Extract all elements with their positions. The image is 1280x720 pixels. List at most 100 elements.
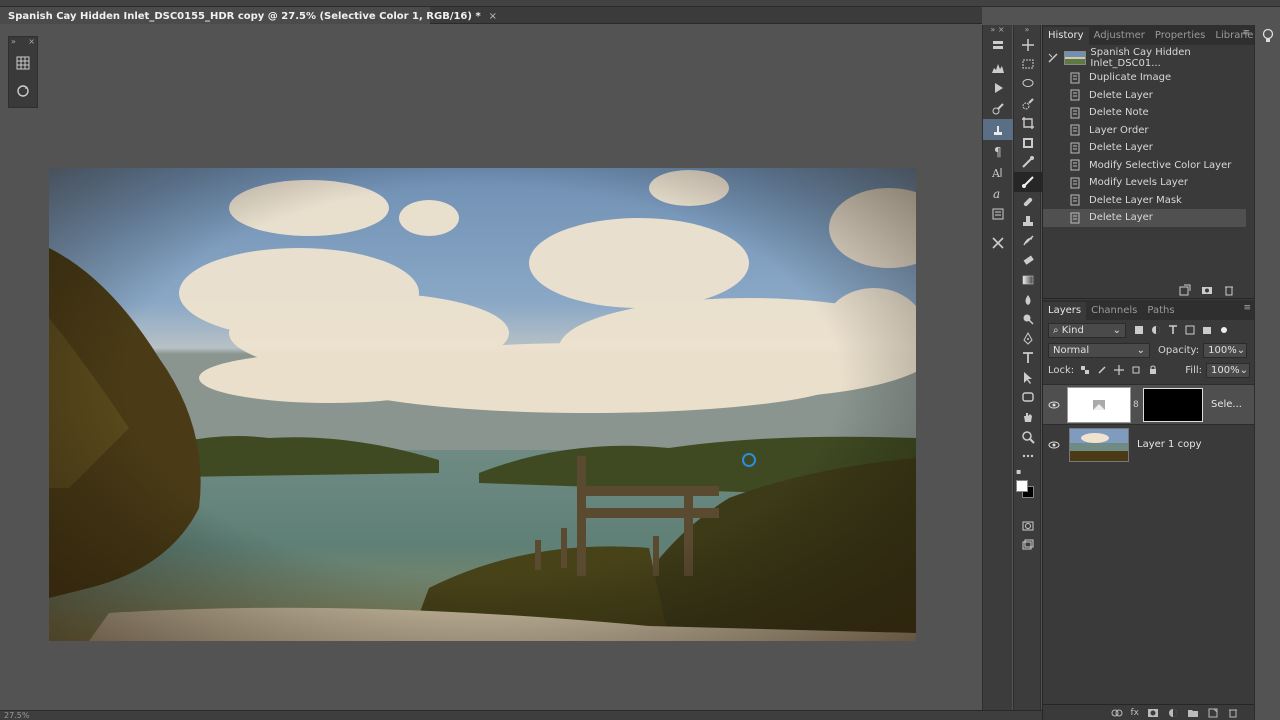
shape-tool-icon[interactable]: [1014, 388, 1042, 408]
layer-style-fx-icon[interactable]: fx: [1131, 708, 1140, 718]
clone-source-icon[interactable]: [983, 119, 1013, 140]
gradient-tool-icon[interactable]: [1014, 270, 1042, 290]
tab-channels[interactable]: Channels: [1086, 302, 1142, 320]
filter-shape-icon[interactable]: [1185, 325, 1195, 335]
layer-row[interactable]: Layer 1 copy: [1043, 424, 1255, 464]
notes-icon[interactable]: [983, 203, 1013, 224]
camera-icon[interactable]: [1201, 284, 1213, 296]
frame-tool-icon[interactable]: [1014, 133, 1042, 153]
link-layers-icon[interactable]: [1111, 708, 1123, 718]
hand-tool-icon[interactable]: [1014, 407, 1042, 427]
foreground-color-swatch[interactable]: [1016, 480, 1028, 492]
panel-menu-icon[interactable]: ≡: [1242, 28, 1250, 38]
history-state-item[interactable]: Delete Layer: [1043, 139, 1254, 157]
brush-tool-icon[interactable]: [1014, 172, 1042, 192]
photo-canvas[interactable]: [49, 168, 916, 641]
snapshot-thumbnail: [1063, 51, 1087, 65]
close-document-icon[interactable]: ×: [489, 11, 497, 22]
tab-adjustments[interactable]: Adjustmer: [1089, 27, 1150, 45]
zoom-readout[interactable]: 27.5%: [4, 711, 29, 720]
default-colors-icon[interactable]: ▪: [1016, 467, 1021, 476]
filter-smart-object-icon[interactable]: [1202, 325, 1212, 335]
marquee-tool-icon[interactable]: [1014, 55, 1042, 75]
history-snapshot[interactable]: Spanish Cay Hidden Inlet_DSC01...: [1043, 47, 1254, 69]
histogram-icon[interactable]: [983, 56, 1013, 77]
layers-panel-tabs: Layers Channels Paths ≡: [1043, 300, 1255, 320]
history-brush-icon[interactable]: [1014, 231, 1042, 251]
delete-layer-icon[interactable]: [1227, 708, 1239, 718]
lock-position-icon[interactable]: [1114, 365, 1125, 375]
eraser-tool-icon[interactable]: [1014, 251, 1042, 271]
dodge-tool-icon[interactable]: [1014, 309, 1042, 329]
eyedropper-tool-icon[interactable]: [1014, 153, 1042, 173]
screen-mode-icon[interactable]: [1014, 536, 1042, 556]
add-mask-icon[interactable]: [1147, 708, 1159, 718]
tab-history[interactable]: History: [1043, 27, 1089, 45]
character-icon[interactable]: A: [983, 161, 1013, 182]
layers-menu-icon[interactable]: ≡: [1243, 303, 1251, 313]
layer-name[interactable]: Layer 1 copy: [1137, 439, 1201, 450]
zoom-tool-icon[interactable]: [1014, 427, 1042, 447]
pen-tool-icon[interactable]: [1014, 329, 1042, 349]
tab-layers[interactable]: Layers: [1043, 302, 1087, 320]
lasso-tool-icon[interactable]: [1014, 74, 1042, 94]
filter-adjustment-icon[interactable]: [1151, 325, 1161, 335]
filter-kind-select[interactable]: ⌕ Kind ⌄: [1048, 322, 1126, 338]
path-select-icon[interactable]: [1014, 368, 1042, 388]
lock-pixels-icon[interactable]: [1097, 365, 1107, 375]
filter-toggle-icon[interactable]: [1219, 325, 1229, 335]
grid-icon[interactable]: [11, 51, 35, 75]
history-state-item[interactable]: Delete Layer: [1043, 87, 1254, 105]
new-adjustment-layer-icon[interactable]: [1167, 708, 1179, 718]
lock-artboard-icon[interactable]: [1131, 365, 1141, 375]
layer-row[interactable]: 8 Sele...: [1043, 384, 1255, 424]
blend-mode-select[interactable]: Normal ⌄: [1048, 342, 1150, 358]
mask-link-icon[interactable]: 8: [1133, 400, 1139, 410]
history-state-icon: [1065, 212, 1085, 224]
tab-paths[interactable]: Paths: [1142, 302, 1179, 320]
history-state-item[interactable]: Delete Layer Mask: [1043, 192, 1254, 210]
type-tool-icon[interactable]: [1014, 349, 1042, 369]
crop-tool-icon[interactable]: [1014, 113, 1042, 133]
layer-mask-thumbnail[interactable]: [1143, 387, 1203, 422]
healing-brush-icon[interactable]: [1014, 192, 1042, 212]
history-state-item[interactable]: Layer Order: [1043, 122, 1254, 140]
tab-properties[interactable]: Properties: [1150, 27, 1211, 45]
move-tool-icon[interactable]: [1014, 35, 1042, 55]
lock-all-icon[interactable]: [1148, 365, 1158, 375]
play-icon[interactable]: [983, 77, 1013, 98]
lightbulb-icon[interactable]: [1255, 25, 1280, 44]
new-group-icon[interactable]: [1187, 708, 1199, 718]
fill-field[interactable]: 100% ⌄: [1206, 362, 1250, 378]
filter-pixel-icon[interactable]: [1134, 325, 1144, 335]
filter-type-icon[interactable]: [1168, 325, 1178, 335]
layer-name[interactable]: Sele...: [1211, 399, 1242, 410]
history-state-item[interactable]: Duplicate Image: [1043, 69, 1254, 87]
document-tab[interactable]: Spanish Cay Hidden Inlet_DSC0155_HDR cop…: [0, 7, 497, 24]
new-layer-icon[interactable]: [1207, 708, 1219, 718]
layer-comps-icon[interactable]: [983, 35, 1013, 56]
brush-preset-icon[interactable]: [983, 98, 1013, 119]
quick-mask-icon[interactable]: [1014, 516, 1042, 536]
more-tools-icon[interactable]: [1014, 446, 1042, 466]
history-state-item[interactable]: Delete Note: [1043, 104, 1254, 122]
tool-preset-icon[interactable]: [983, 232, 1013, 253]
blur-tool-icon[interactable]: [1014, 290, 1042, 310]
layer-filter-row: ⌕ Kind ⌄: [1043, 320, 1255, 340]
visibility-eye-icon[interactable]: [1043, 401, 1065, 409]
quick-select-tool-icon[interactable]: [1014, 94, 1042, 114]
status-bar: 27.5%: [0, 710, 1042, 720]
history-state-item[interactable]: Modify Selective Color Layer: [1043, 157, 1254, 175]
lock-transparent-icon[interactable]: [1080, 365, 1090, 375]
visibility-eye-icon[interactable]: [1043, 441, 1065, 449]
rotate-view-icon[interactable]: [11, 79, 35, 103]
new-document-from-state-icon[interactable]: [1179, 284, 1191, 296]
history-state-item[interactable]: Modify Levels Layer: [1043, 174, 1254, 192]
history-state-item[interactable]: Delete Layer: [1043, 209, 1246, 227]
history-brush-source-icon[interactable]: [1043, 52, 1064, 64]
paragraph-icon[interactable]: ¶: [983, 140, 1013, 161]
clone-stamp-icon[interactable]: [1014, 211, 1042, 231]
trash-icon[interactable]: [1223, 284, 1235, 296]
glyphs-icon[interactable]: a: [983, 182, 1013, 203]
opacity-field[interactable]: 100% ⌄: [1203, 342, 1248, 358]
